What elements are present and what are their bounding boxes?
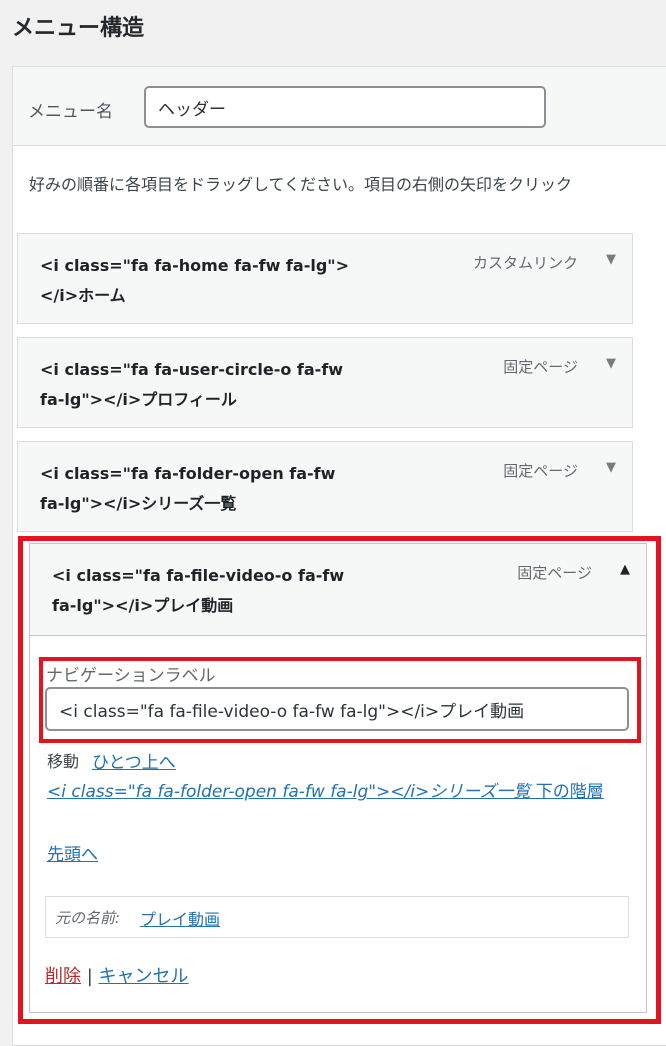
actions-separator: | [86, 966, 93, 987]
menu-item-home[interactable]: <i class="fa fa-home fa-fw fa-lg"></i>ホー… [17, 233, 633, 324]
menu-item-play-video: <i class="fa fa-file-video-o fa-fw fa-lg… [29, 543, 647, 1013]
original-name-label: 元の名前: [55, 909, 121, 927]
move-under-item: <i class="fa fa-folder-open fa-fw fa-lg"… [47, 782, 531, 802]
menu-item-type: 固定ページ [503, 462, 578, 480]
move-to-top-link[interactable]: 先頭へ [47, 840, 98, 865]
original-name-link[interactable]: プレイ動画 [140, 906, 220, 930]
move-under-container: <i class="fa fa-folder-open fa-fw fa-lg"… [47, 778, 617, 806]
menu-item-header[interactable]: <i class="fa fa-file-video-o fa-fw fa-lg… [30, 544, 646, 636]
move-under-suffix: 下の階層 [530, 782, 604, 802]
menu-item-series[interactable]: <i class="fa fa-folder-open fa-fw fa-lg"… [17, 441, 633, 532]
menu-item-title: <i class="fa fa-folder-open fa-fw fa-lg"… [40, 464, 336, 513]
menu-item-type: 固定ページ [503, 358, 578, 376]
navigation-label-input[interactable] [45, 687, 629, 731]
move-under-link[interactable]: <i class="fa fa-folder-open fa-fw fa-lg"… [47, 782, 604, 802]
cancel-link[interactable]: キャンセル [99, 966, 189, 987]
delete-link[interactable]: 削除 [45, 966, 81, 987]
triangle-down-icon[interactable]: ▼ [606, 252, 616, 267]
menu-name-label: メニュー名 [28, 102, 113, 122]
original-name-box: 元の名前: プレイ動画 [45, 896, 629, 938]
navigation-label-label: ナビゲーションラベル [46, 666, 216, 686]
menu-item-type: 固定ページ [517, 564, 592, 582]
page-title: メニュー構造 [12, 16, 145, 41]
menu-item-title: <i class="fa fa-file-video-o fa-fw fa-lg… [52, 566, 345, 615]
drag-instructions: 好みの順番に各項目をドラッグしてください。項目の右側の矢印をクリック [29, 175, 573, 194]
menu-item-profile[interactable]: <i class="fa fa-user-circle-o fa-fw fa-l… [17, 337, 633, 428]
move-up-one-link[interactable]: ひとつ上へ [92, 748, 176, 773]
menu-item-title: <i class="fa fa-user-circle-o fa-fw fa-l… [40, 360, 344, 409]
menu-item-type: カスタムリンク [472, 254, 578, 272]
menu-name-input[interactable] [144, 86, 546, 128]
triangle-down-icon[interactable]: ▼ [606, 356, 616, 371]
menu-name-row: メニュー名 [13, 67, 666, 146]
triangle-down-icon[interactable]: ▼ [606, 460, 616, 475]
move-label: 移動 [47, 752, 80, 771]
triangle-up-icon[interactable]: ▲ [620, 562, 630, 577]
menu-item-title: <i class="fa fa-home fa-fw fa-lg"></i>ホー… [40, 256, 350, 305]
item-actions: 削除 | キャンセル [45, 962, 189, 988]
